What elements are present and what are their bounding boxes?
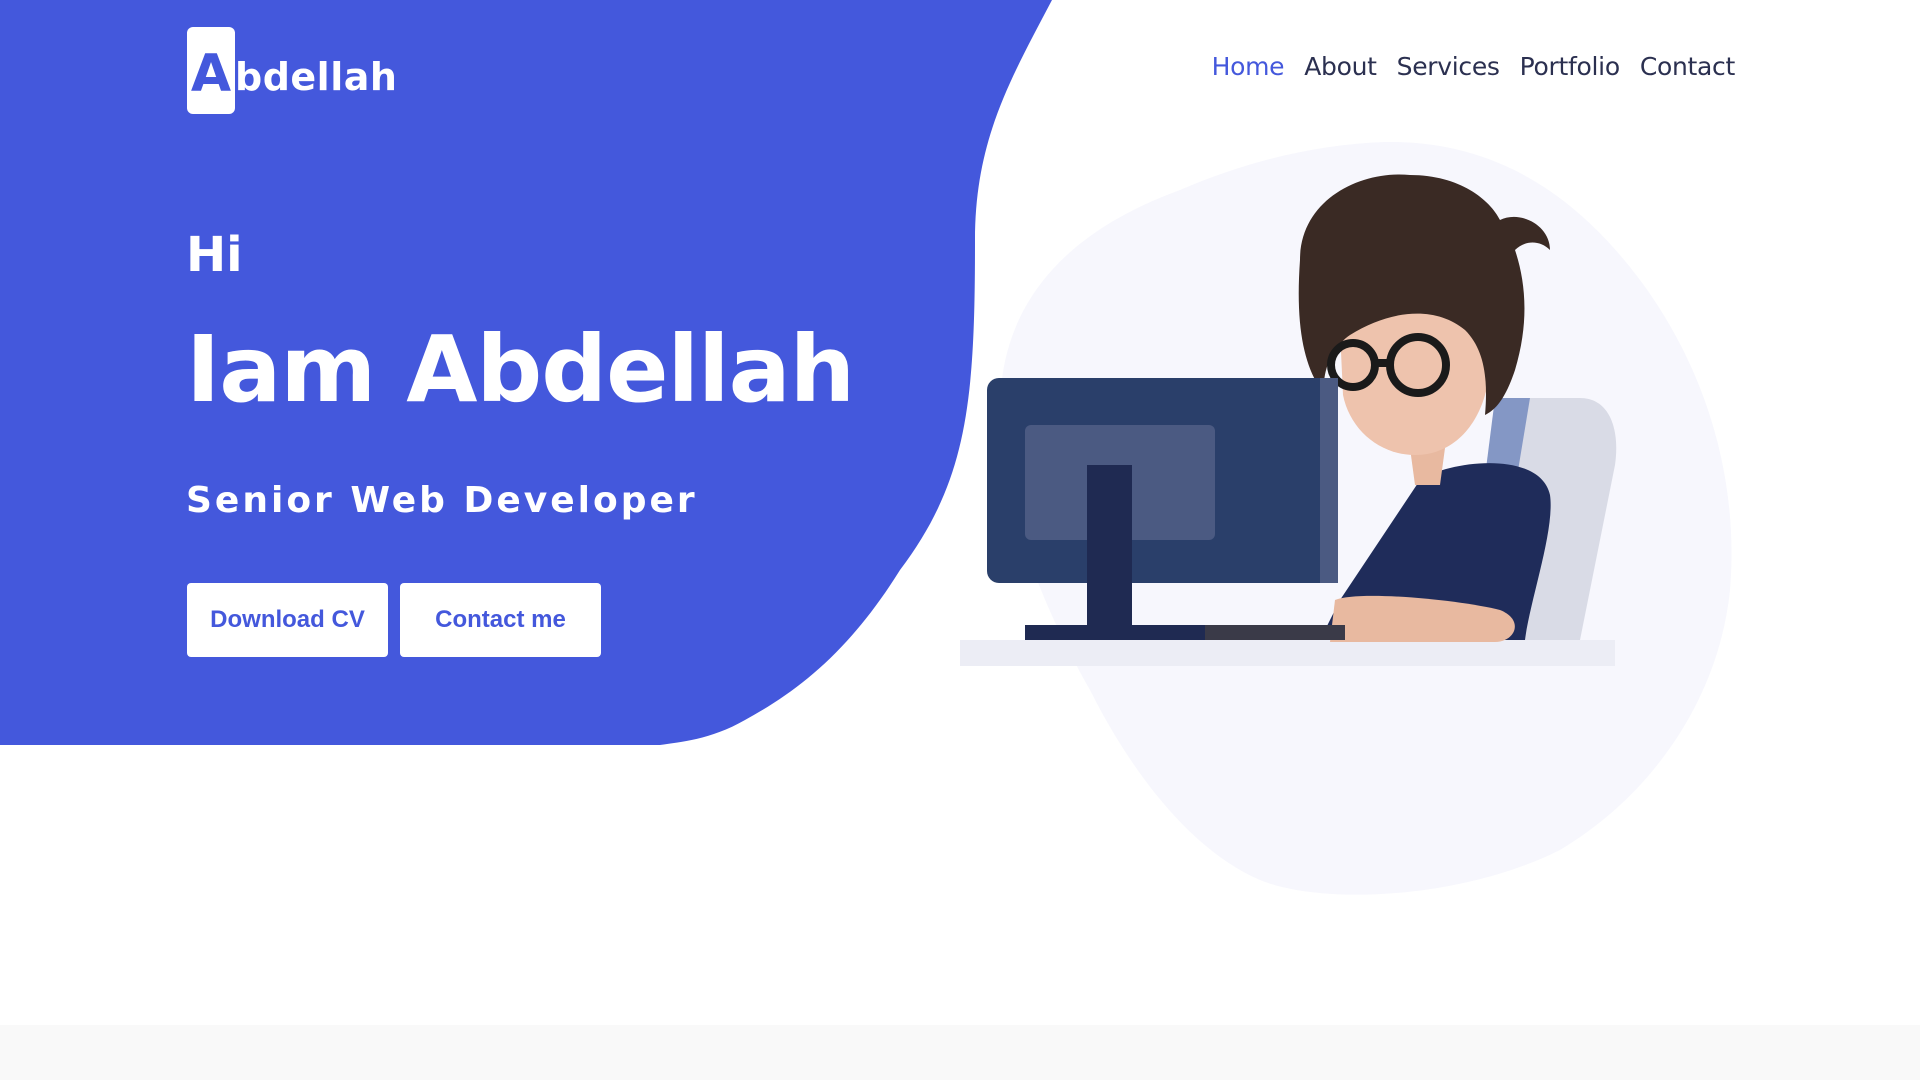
desk: [960, 640, 1615, 666]
nav-home[interactable]: Home: [1212, 52, 1285, 81]
nav-about[interactable]: About: [1304, 52, 1377, 81]
hero-greeting: Hi: [186, 227, 243, 283]
monitor-stand: [1087, 465, 1132, 635]
monitor-side: [1320, 378, 1338, 583]
download-cv-button[interactable]: Download CV: [187, 583, 388, 657]
nav-portfolio[interactable]: Portfolio: [1520, 52, 1620, 81]
logo-letter-box: A: [187, 27, 235, 114]
keyboard: [1205, 625, 1345, 640]
nav-contact[interactable]: Contact: [1640, 52, 1735, 81]
nav-services[interactable]: Services: [1397, 52, 1500, 81]
main-nav: Home About Services Portfolio Contact: [1212, 52, 1736, 81]
logo-text: bdellah: [235, 55, 398, 99]
next-section-strip: [0, 1025, 1920, 1080]
hero-headline: Iam Abdellah: [186, 316, 855, 423]
contact-me-button[interactable]: Contact me: [400, 583, 601, 657]
hero-role: Senior Web Developer: [186, 480, 698, 521]
developer-illustration: [960, 141, 1732, 895]
logo[interactable]: A bdellah: [187, 27, 397, 114]
monitor-base: [1025, 625, 1205, 640]
